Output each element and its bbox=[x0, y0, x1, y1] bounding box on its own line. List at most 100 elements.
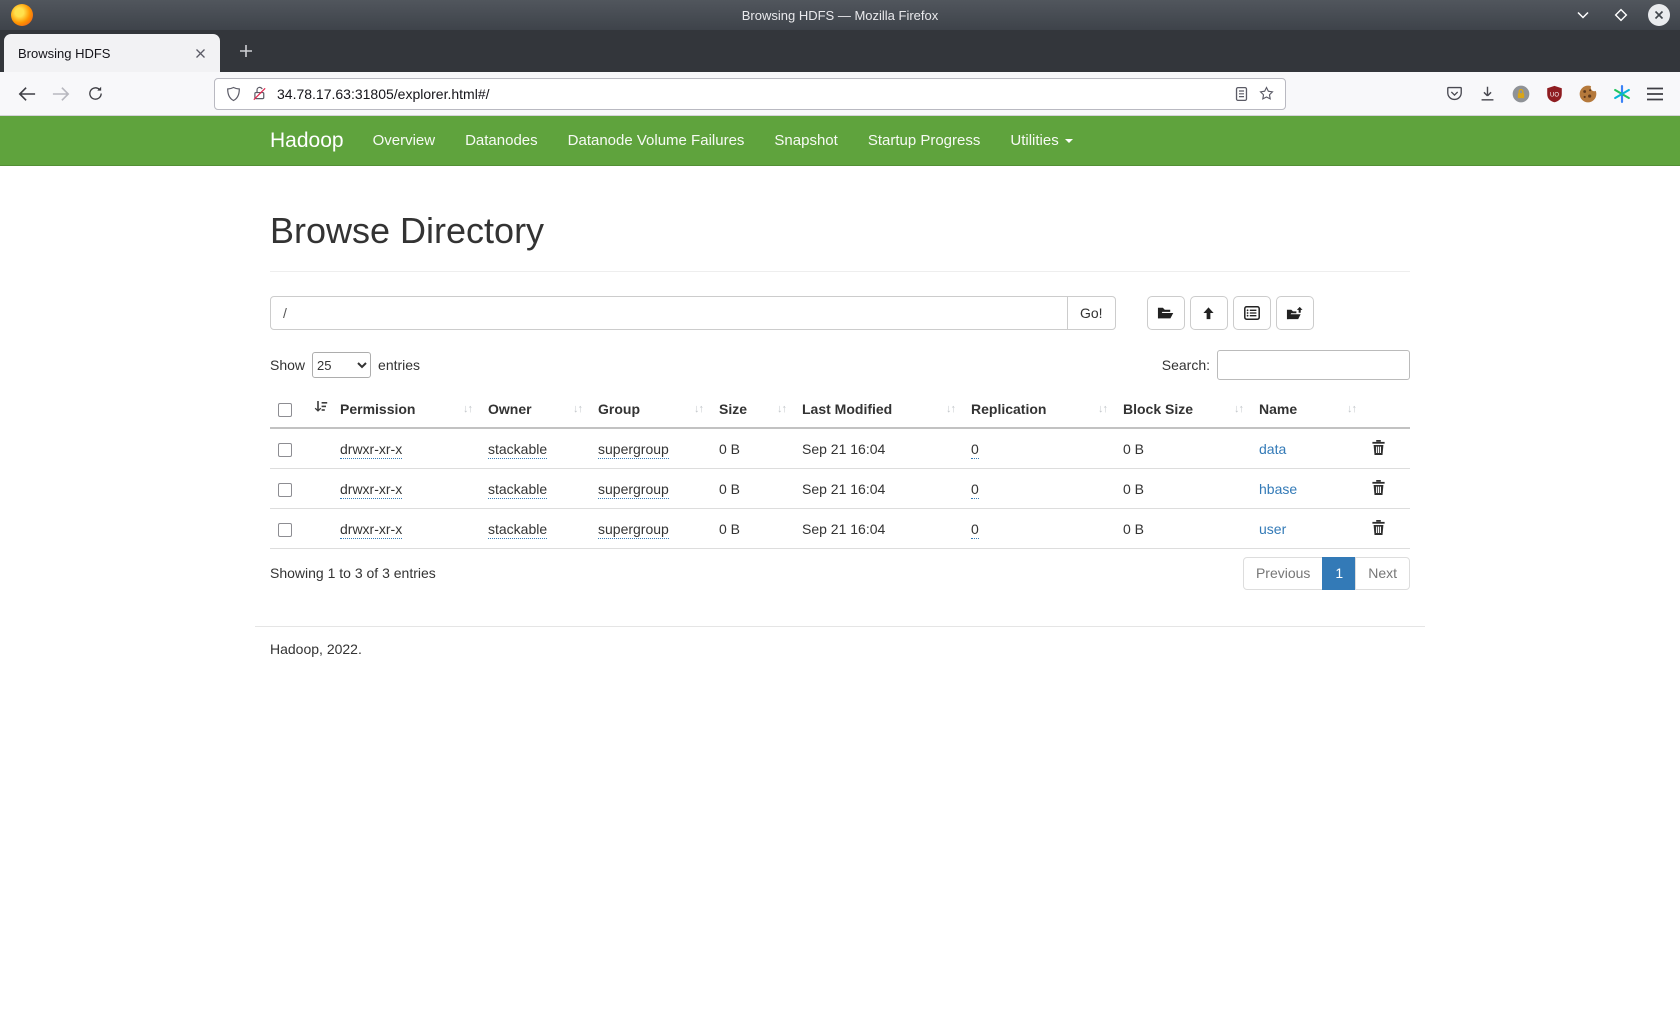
permission-cell: drwxr-xr-x bbox=[332, 428, 480, 469]
next-page-button[interactable]: Next bbox=[1355, 557, 1410, 590]
nav-link-datanode-volume-failures[interactable]: Datanode Volume Failures bbox=[553, 132, 760, 149]
reader-view-icon[interactable] bbox=[1234, 86, 1249, 102]
pocket-icon[interactable] bbox=[1445, 84, 1464, 103]
shield-icon[interactable] bbox=[225, 85, 242, 103]
folder-open-button[interactable] bbox=[1147, 296, 1185, 330]
back-icon[interactable] bbox=[10, 77, 44, 111]
window-title: Browsing HDFS — Mozilla Firefox bbox=[0, 8, 1680, 23]
maximize-icon[interactable] bbox=[1610, 4, 1632, 26]
sort-amount-icon bbox=[314, 400, 328, 414]
group-cell: supergroup bbox=[590, 469, 711, 509]
replication-cell: 0 bbox=[963, 469, 1115, 509]
toolbar-right-icons: UO bbox=[1445, 84, 1670, 104]
upload-button[interactable] bbox=[1190, 296, 1228, 330]
svg-text:UO: UO bbox=[1550, 92, 1559, 98]
header-trash-cell bbox=[1364, 392, 1410, 428]
select-all-checkbox[interactable] bbox=[278, 403, 292, 417]
column-header-group[interactable]: Group↓↑ bbox=[590, 392, 711, 428]
path-row: Go! bbox=[270, 296, 1410, 330]
row-checkbox[interactable] bbox=[278, 523, 292, 537]
directory-link[interactable]: user bbox=[1259, 521, 1286, 537]
folder-upload-button[interactable] bbox=[1276, 296, 1314, 330]
block-size-cell: 0 B bbox=[1115, 428, 1251, 469]
row-checkbox[interactable] bbox=[278, 483, 292, 497]
previous-page-button[interactable]: Previous bbox=[1243, 557, 1323, 590]
download-icon[interactable] bbox=[1478, 84, 1497, 103]
browser-tab[interactable]: Browsing HDFS bbox=[4, 34, 220, 72]
trash-icon bbox=[1372, 520, 1385, 535]
directory-table: Permission↓↑Owner↓↑Group↓↑Size↓↑Last Mod… bbox=[270, 392, 1410, 549]
sort-icon: ↓↑ bbox=[463, 403, 472, 415]
bookmark-star-icon[interactable] bbox=[1258, 85, 1275, 102]
name-cell: user bbox=[1251, 509, 1364, 549]
entries-summary: Showing 1 to 3 of 3 entries bbox=[270, 565, 436, 581]
trash-icon bbox=[1372, 440, 1385, 455]
extension-asterisk-icon[interactable] bbox=[1612, 84, 1632, 104]
page-1-button[interactable]: 1 bbox=[1322, 557, 1356, 590]
search-input[interactable] bbox=[1217, 350, 1410, 380]
directory-link[interactable]: hbase bbox=[1259, 481, 1297, 497]
block-size-cell: 0 B bbox=[1115, 509, 1251, 549]
action-buttons bbox=[1147, 296, 1314, 330]
nav-link-snapshot[interactable]: Snapshot bbox=[759, 132, 852, 149]
delete-button[interactable] bbox=[1372, 480, 1385, 495]
last-modified-cell: Sep 21 16:04 bbox=[794, 428, 963, 469]
column-header-last-modified[interactable]: Last Modified↓↑ bbox=[794, 392, 963, 428]
column-header-name[interactable]: Name↓↑ bbox=[1251, 392, 1364, 428]
checkbox-cell bbox=[270, 469, 306, 509]
navbar-links: OverviewDatanodesDatanode Volume Failure… bbox=[358, 116, 996, 165]
trash-cell bbox=[1364, 509, 1410, 549]
close-tab-icon[interactable] bbox=[191, 44, 210, 63]
sort-icon: ↓↑ bbox=[1098, 403, 1107, 415]
navbar-brand[interactable]: Hadoop bbox=[270, 129, 344, 153]
directory-link[interactable]: data bbox=[1259, 441, 1286, 457]
trash-icon bbox=[1372, 480, 1385, 495]
nav-link-startup-progress[interactable]: Startup Progress bbox=[853, 132, 996, 149]
folder-upload-icon bbox=[1286, 306, 1303, 321]
column-header-permission[interactable]: Permission↓↑ bbox=[332, 392, 480, 428]
row-checkbox[interactable] bbox=[278, 443, 292, 457]
nav-link-overview[interactable]: Overview bbox=[358, 132, 451, 149]
permission-cell: drwxr-xr-x bbox=[332, 469, 480, 509]
broken-lock-icon[interactable] bbox=[251, 85, 268, 103]
nav-link-datanodes[interactable]: Datanodes bbox=[450, 132, 553, 149]
column-header-replication[interactable]: Replication↓↑ bbox=[963, 392, 1115, 428]
entries-label: entries bbox=[378, 357, 420, 373]
trash-cell bbox=[1364, 469, 1410, 509]
url-bar[interactable]: 34.78.17.63:31805/explorer.html#/ bbox=[214, 78, 1286, 110]
nav-dropdown-utilities[interactable]: Utilities bbox=[995, 132, 1087, 149]
page-size-select[interactable]: 25 bbox=[312, 352, 371, 378]
folder-open-icon bbox=[1157, 306, 1174, 320]
column-header-owner[interactable]: Owner↓↑ bbox=[480, 392, 590, 428]
name-cell: hbase bbox=[1251, 469, 1364, 509]
list-alt-button[interactable] bbox=[1233, 296, 1271, 330]
delete-button[interactable] bbox=[1372, 520, 1385, 535]
group-cell: supergroup bbox=[590, 428, 711, 469]
replication-cell: 0 bbox=[963, 509, 1115, 549]
name-cell: data bbox=[1251, 428, 1364, 469]
block-size-cell: 0 B bbox=[1115, 469, 1251, 509]
new-tab-button[interactable] bbox=[230, 34, 262, 68]
table-header-row: Permission↓↑Owner↓↑Group↓↑Size↓↑Last Mod… bbox=[270, 392, 1410, 428]
forward-icon[interactable] bbox=[44, 77, 78, 111]
hadoop-navbar: Hadoop OverviewDatanodesDatanode Volume … bbox=[0, 116, 1680, 166]
footer-divider bbox=[255, 626, 1425, 627]
extension-lock-icon[interactable] bbox=[1511, 84, 1531, 104]
extension-cookie-icon[interactable] bbox=[1578, 84, 1598, 104]
search-label: Search: bbox=[1162, 357, 1210, 373]
sorted-column-header[interactable] bbox=[306, 392, 332, 428]
minimize-icon[interactable] bbox=[1572, 4, 1594, 26]
directory-path-input[interactable] bbox=[270, 296, 1068, 330]
show-label: Show bbox=[270, 357, 305, 373]
column-header-size[interactable]: Size↓↑ bbox=[711, 392, 794, 428]
go-button[interactable]: Go! bbox=[1067, 296, 1116, 330]
reload-icon[interactable] bbox=[78, 77, 112, 111]
delete-button[interactable] bbox=[1372, 440, 1385, 455]
extension-shield-icon[interactable]: UO bbox=[1545, 84, 1564, 104]
table-controls: Show 25 entries Search: bbox=[270, 350, 1410, 380]
close-icon[interactable] bbox=[1648, 4, 1670, 26]
column-header-block-size[interactable]: Block Size↓↑ bbox=[1115, 392, 1251, 428]
sort-icon: ↓↑ bbox=[1234, 403, 1243, 415]
menu-icon[interactable] bbox=[1646, 87, 1664, 101]
sort-icon: ↓↑ bbox=[694, 403, 703, 415]
